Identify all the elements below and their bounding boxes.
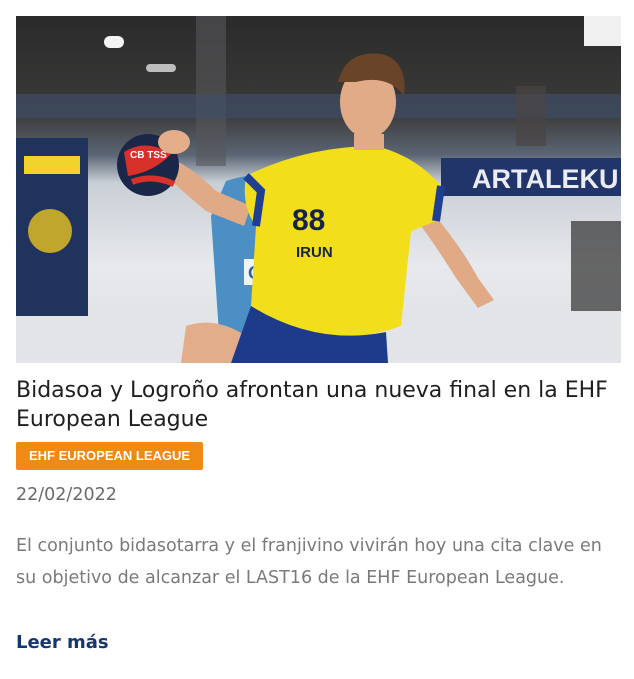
- category-badge[interactable]: EHF EUROPEAN LEAGUE: [16, 442, 204, 470]
- poster-figure: [28, 209, 72, 253]
- article-image[interactable]: ARTALEKU OF 88 IRUN: [16, 16, 621, 363]
- arena-banner-text: ARTALEKU: [472, 164, 618, 194]
- jersey-sleeve: [432, 185, 445, 222]
- article-title[interactable]: Bidasoa y Logroño afrontan una nueva fin…: [16, 376, 622, 434]
- left-arm: [421, 211, 494, 308]
- yellow-jersey: [244, 146, 441, 337]
- pillar: [196, 16, 226, 166]
- player-neck: [354, 134, 384, 150]
- poster-stripe: [24, 156, 80, 174]
- spectator: [516, 86, 546, 146]
- scoreboard: [571, 221, 621, 311]
- hand: [158, 130, 190, 154]
- ceiling-light: [146, 64, 176, 72]
- read-more-link[interactable]: Leer más: [16, 632, 109, 653]
- article-excerpt: El conjunto bidasotarra y el franjivino …: [16, 536, 602, 588]
- news-card: ARTALEKU OF 88 IRUN: [0, 0, 634, 679]
- article-date: 22/02/2022: [16, 485, 117, 505]
- handball-player-photo: ARTALEKU OF 88 IRUN: [16, 16, 621, 363]
- ceiling-light: [104, 36, 124, 48]
- jersey-sponsor: IRUN: [296, 244, 333, 261]
- handball-text: CB TSS: [130, 150, 167, 161]
- jersey-number: 88: [292, 204, 325, 237]
- window: [584, 16, 621, 46]
